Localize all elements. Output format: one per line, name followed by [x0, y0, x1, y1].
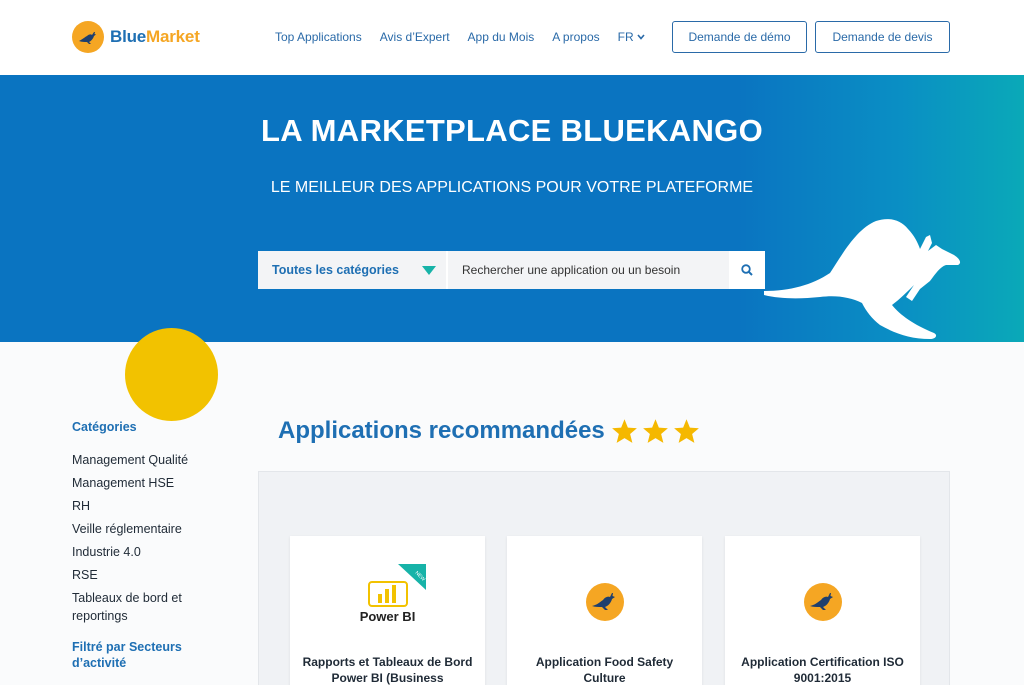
app-logo — [507, 578, 702, 626]
search-bar: Toutes les catégories — [258, 251, 765, 289]
app-card-title: Rapports et Tableaux de Bord Power BI (B… — [302, 655, 473, 685]
app-card[interactable]: Application Certification ISO 9001:2015 — [725, 536, 920, 685]
app-card[interactable]: Application Food Safety Culture — [507, 536, 702, 685]
logo-text-orange: Market — [146, 27, 200, 46]
logo-text-blue: Blue — [110, 27, 147, 46]
recommended-section-header: Applications recommandées — [278, 417, 704, 445]
category-dropdown[interactable]: Toutes les catégories — [258, 251, 446, 289]
category-dropdown-label: Toutes les catégories — [272, 263, 399, 277]
categories-list: Management Qualité Management HSE RH Vei… — [72, 451, 222, 625]
top-header: BlueMarket Top Applications Avis d’Exper… — [0, 0, 1024, 75]
hero-subtitle: LE MEILLEUR DES APPLICATIONS POUR VOTRE … — [270, 179, 754, 196]
category-item[interactable]: Management Qualité — [72, 451, 222, 469]
star-icon — [673, 419, 699, 443]
nav-a-propos[interactable]: A propos — [552, 30, 599, 44]
recommended-apps-panel: Power BI NEW Rapports et Tableaux de Bor… — [258, 471, 950, 685]
kangaroo-logo-icon — [72, 21, 104, 53]
app-card[interactable]: Power BI NEW Rapports et Tableaux de Bor… — [290, 536, 485, 685]
chevron-down-icon — [637, 34, 645, 40]
hero-title: LA MARKETPLACE BLUEKANGO — [260, 113, 764, 148]
categories-heading: Catégories — [72, 420, 137, 434]
kangaroo-logo-icon — [585, 583, 624, 621]
app-card-title: Application Food Safety Culture — [535, 655, 674, 685]
sectors-heading: Filtré par Secteurs d’activité — [72, 640, 182, 670]
decorative-yellow-circle — [125, 328, 218, 421]
new-badge: NEW — [398, 564, 426, 590]
app-card-title: Application Certification ISO 9001:2015 — [741, 655, 904, 685]
nav-avis-expert[interactable]: Avis d’Expert — [380, 30, 450, 44]
kangaroo-logo-icon — [803, 583, 842, 621]
section-title: Applications recommandées — [278, 417, 605, 444]
category-item[interactable]: Industrie 4.0 — [72, 543, 222, 561]
category-item[interactable]: RH — [72, 497, 222, 515]
quote-request-button[interactable]: Demande de devis — [815, 21, 950, 53]
category-item[interactable]: Veille réglementaire — [72, 520, 222, 538]
app-logo — [725, 578, 920, 626]
rating-stars — [611, 418, 704, 444]
language-selector[interactable]: FR — [618, 30, 645, 44]
category-item[interactable]: Tableaux de bord et reportings — [72, 589, 222, 625]
power-bi-label: Power BI — [359, 608, 416, 624]
nav-app-du-mois[interactable]: App du Mois — [468, 30, 535, 44]
star-icon — [611, 419, 637, 443]
nav-top-applications[interactable]: Top Applications — [275, 30, 362, 44]
language-label: FR — [617, 30, 634, 44]
caret-down-icon — [422, 265, 436, 275]
category-item[interactable]: Management HSE — [72, 474, 222, 492]
demo-request-button[interactable]: Demande de démo — [672, 21, 807, 53]
category-item[interactable]: RSE — [72, 566, 222, 584]
app-logo: Power BI — [290, 578, 485, 626]
bluemarket-logo[interactable]: BlueMarket — [72, 21, 200, 53]
hero-banner: LA MARKETPLACE BLUEKANGO LE MEILLEUR DES… — [0, 75, 1024, 342]
main-nav: Top Applications Avis d’Expert App du Mo… — [275, 30, 645, 44]
search-input[interactable] — [448, 251, 729, 289]
filter-sidebar: Catégories Management Qualité Management… — [72, 420, 222, 671]
logo-wordmark: BlueMarket — [110, 27, 200, 47]
search-icon — [741, 264, 753, 276]
star-icon — [642, 419, 668, 443]
kangaroo-illustration-icon — [764, 219, 961, 339]
